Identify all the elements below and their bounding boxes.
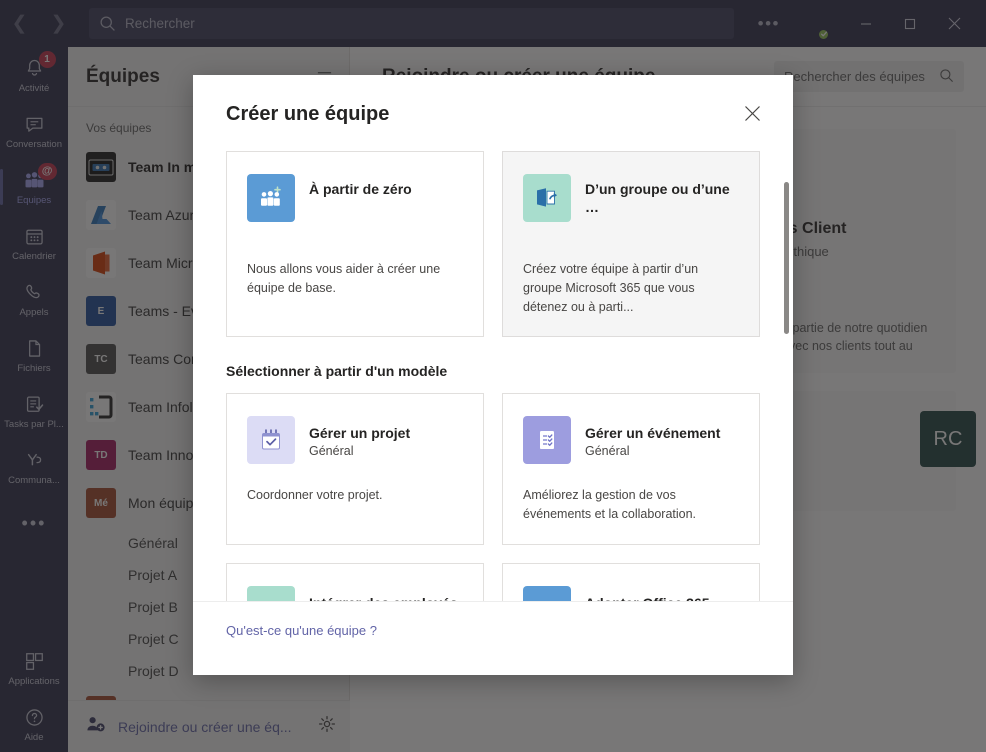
card-header: D’un groupe ou d’une … bbox=[523, 174, 739, 238]
card-heading: Intégrer des employés bbox=[309, 592, 458, 601]
project-calendar-icon bbox=[247, 416, 295, 465]
dialog-scroll-area[interactable]: À partir de zéro Nous allons vous aider … bbox=[193, 129, 793, 601]
create-from-group-card[interactable]: D’un groupe ou d’une … Créez votre équip… bbox=[502, 151, 760, 338]
card-heading-group: Adopter Office 365 Général bbox=[585, 586, 709, 601]
card-heading: Gérer un projet bbox=[309, 425, 411, 442]
card-heading: Adopter Office 365 bbox=[585, 592, 709, 601]
card-subtitle: Général bbox=[585, 444, 630, 459]
card-heading-group: Intégrer des employés Général bbox=[309, 586, 458, 601]
create-team-dialog: Créer une équipe À partir de zéro Nous a… bbox=[193, 75, 793, 675]
checklist-icon bbox=[523, 416, 571, 465]
template-card-manage-project[interactable]: Gérer un projet Général Coordonner votre… bbox=[226, 393, 484, 545]
card-heading: Gérer un événement bbox=[585, 425, 721, 442]
card-heading: D’un groupe ou d’une … bbox=[585, 181, 730, 216]
card-heading-group: Gérer un événement Général bbox=[585, 416, 720, 464]
dialog-header: Créer une équipe bbox=[193, 75, 793, 129]
template-card-manage-event[interactable]: Gérer un événement Général Améliorez la … bbox=[502, 393, 760, 545]
card-heading: À partir de zéro bbox=[309, 181, 412, 197]
creation-method-cards: À partir de zéro Nous allons vous aider … bbox=[226, 151, 760, 338]
close-icon[interactable] bbox=[742, 103, 763, 129]
create-from-scratch-card[interactable]: À partir de zéro Nous allons vous aider … bbox=[226, 151, 484, 338]
dialog-scrollbar-thumb[interactable] bbox=[784, 182, 789, 334]
what-is-a-team-link[interactable]: Qu'est-ce qu'une équipe ? bbox=[226, 623, 377, 638]
template-cards-row-2: Intégrer des employés Général Créer une … bbox=[226, 562, 760, 601]
card-header: À partir de zéro bbox=[247, 174, 463, 238]
card-description: Créez votre équipe à partir d’un groupe … bbox=[523, 262, 699, 314]
template-card-onboard-employees[interactable]: Intégrer des employés Général Créer une … bbox=[226, 562, 484, 601]
dialog-title: Créer une équipe bbox=[226, 103, 390, 125]
template-cards-row-1: Gérer un projet Général Coordonner votre… bbox=[226, 393, 760, 545]
card-heading-group: Gérer un projet Général bbox=[309, 416, 410, 464]
trophy-icon bbox=[523, 585, 571, 601]
team-add-icon bbox=[247, 174, 295, 222]
card-header: Intégrer des employés Général bbox=[247, 585, 463, 601]
template-card-adopt-office365[interactable]: Adopter Office 365 Général Créer une com… bbox=[502, 562, 760, 601]
dialog-footer: Qu'est-ce qu'une équipe ? bbox=[193, 601, 793, 675]
card-subtitle: Général bbox=[309, 444, 354, 459]
handshake-icon bbox=[247, 585, 295, 601]
template-section-heading: Sélectionner à partir d'un modèle bbox=[226, 363, 448, 380]
card-description: Améliorez la gestion de vos événements e… bbox=[523, 488, 697, 521]
group-import-icon bbox=[523, 174, 571, 222]
card-description: Nous allons vous aider à créer une équip… bbox=[247, 262, 441, 295]
teams-app-window: ❮ ❯ Rechercher ••• bbox=[0, 0, 986, 752]
card-header: Adopter Office 365 Général bbox=[523, 585, 739, 601]
card-header: Gérer un événement Général bbox=[523, 416, 739, 465]
card-header: Gérer un projet Général bbox=[247, 416, 463, 465]
card-description: Coordonner votre projet. bbox=[247, 488, 383, 503]
